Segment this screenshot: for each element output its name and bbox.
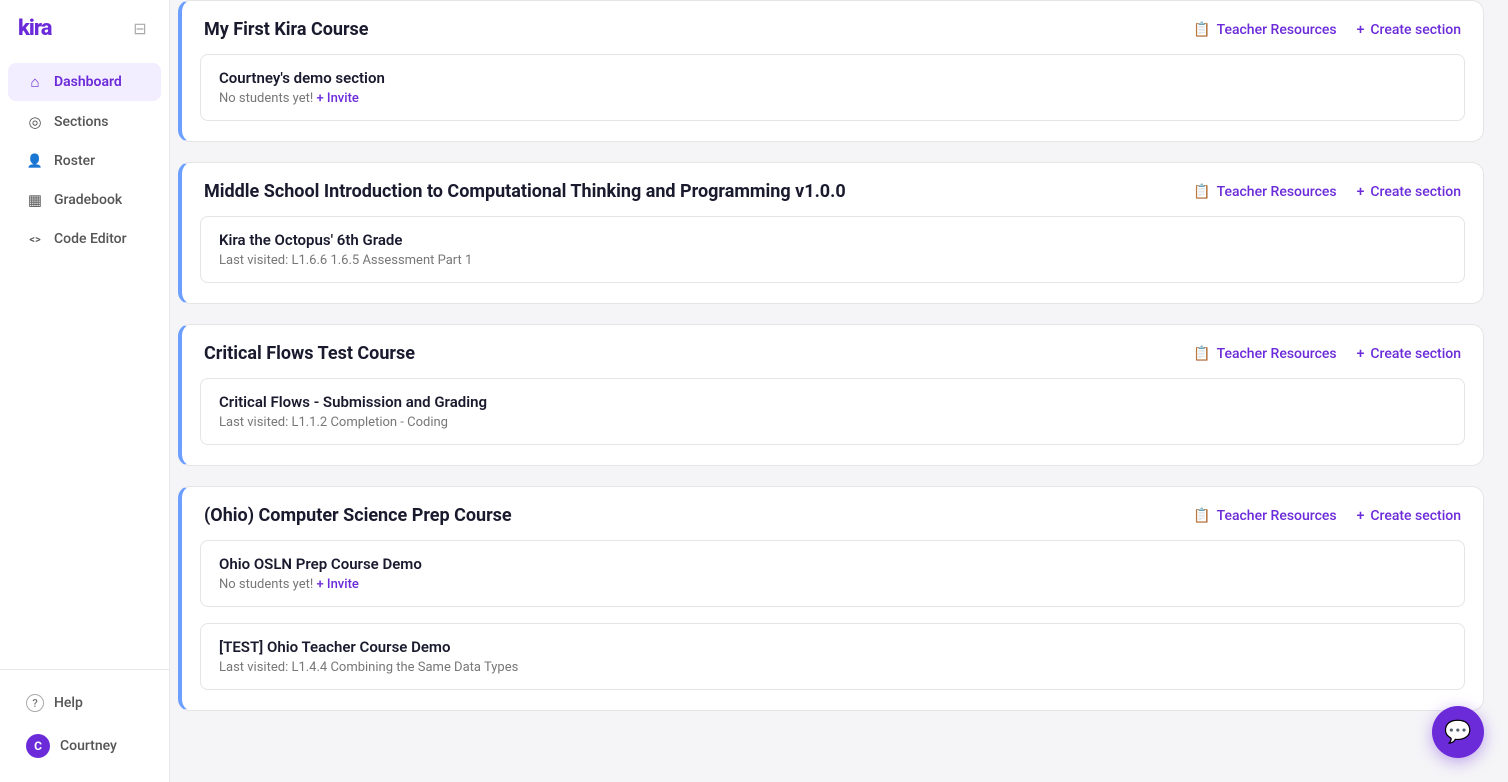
course-title-1: My First Kira Course xyxy=(204,19,1177,40)
course-title-2: Middle School Introduction to Computatio… xyxy=(204,181,1177,202)
section-meta-2-1: Last visited: L1.6.6 1.6.5 Assessment Pa… xyxy=(219,253,1446,268)
section-meta-1-1: No students yet! + Invite xyxy=(219,91,1446,106)
course-header-3: Critical Flows Test Course 📋 Teacher Res… xyxy=(182,325,1483,378)
chat-fab-button[interactable]: 💬 xyxy=(1432,706,1484,758)
dashboard-icon: ⌂ xyxy=(26,73,44,91)
book-icon-1: 📋 xyxy=(1193,22,1210,38)
main-content: My First Kira Course 📋 Teacher Resources… xyxy=(170,0,1508,782)
section-card-4-2[interactable]: [TEST] Ohio Teacher Course Demo Last vis… xyxy=(200,623,1465,690)
course-block-1: My First Kira Course 📋 Teacher Resources… xyxy=(178,0,1484,142)
sidebar-logo-area: kira ⊟ xyxy=(0,0,169,53)
create-section-link-1[interactable]: + Create section xyxy=(1357,22,1461,38)
gradebook-icon: ▦ xyxy=(26,191,44,209)
chat-icon: 💬 xyxy=(1444,720,1471,745)
invite-link-4-1[interactable]: + Invite xyxy=(316,577,358,592)
section-name-2-1: Kira the Octopus' 6th Grade xyxy=(219,231,1446,249)
section-meta-4-1: No students yet! + Invite xyxy=(219,577,1446,592)
course-sections-1: Courtney's demo section No students yet!… xyxy=(182,54,1483,141)
course-actions-3: 📋 Teacher Resources + Create section xyxy=(1193,346,1461,362)
course-block-2: Middle School Introduction to Computatio… xyxy=(178,162,1484,304)
sidebar-item-code-editor-label: Code Editor xyxy=(54,231,127,247)
sidebar-user-label: Courtney xyxy=(60,738,117,754)
sidebar-item-sections[interactable]: ◎ Sections xyxy=(8,103,161,141)
teacher-resources-link-3[interactable]: 📋 Teacher Resources xyxy=(1193,346,1336,362)
course-sections-3: Critical Flows - Submission and Grading … xyxy=(182,378,1483,465)
sidebar-item-roster[interactable]: 👤 Roster xyxy=(8,143,161,179)
course-header-1: My First Kira Course 📋 Teacher Resources… xyxy=(182,1,1483,54)
section-meta-3-1: Last visited: L1.1.2 Completion - Coding xyxy=(219,415,1446,430)
create-section-link-2[interactable]: + Create section xyxy=(1357,184,1461,200)
section-name-4-1: Ohio OSLN Prep Course Demo xyxy=(219,555,1446,573)
section-name-4-2: [TEST] Ohio Teacher Course Demo xyxy=(219,638,1446,656)
course-title-4: (Ohio) Computer Science Prep Course xyxy=(204,505,1177,526)
invite-link-1-1[interactable]: + Invite xyxy=(316,91,358,106)
create-section-link-3[interactable]: + Create section xyxy=(1357,346,1461,362)
section-card-2-1[interactable]: Kira the Octopus' 6th Grade Last visited… xyxy=(200,216,1465,283)
plus-icon-3: + xyxy=(1357,346,1365,362)
section-card-4-1[interactable]: Ohio OSLN Prep Course Demo No students y… xyxy=(200,540,1465,607)
sidebar-item-dashboard-label: Dashboard xyxy=(54,74,122,90)
roster-icon: 👤 xyxy=(26,154,44,169)
sidebar-item-roster-label: Roster xyxy=(54,153,95,169)
sidebar-item-sections-label: Sections xyxy=(54,114,108,130)
section-meta-4-2: Last visited: L1.4.4 Combining the Same … xyxy=(219,660,1446,675)
sidebar-item-help-label: Help xyxy=(54,695,83,711)
teacher-resources-link-1[interactable]: 📋 Teacher Resources xyxy=(1193,22,1336,38)
help-icon: ? xyxy=(26,694,44,712)
teacher-resources-link-2[interactable]: 📋 Teacher Resources xyxy=(1193,184,1336,200)
course-actions-2: 📋 Teacher Resources + Create section xyxy=(1193,184,1461,200)
course-title-3: Critical Flows Test Course xyxy=(204,343,1177,364)
course-sections-4: Ohio OSLN Prep Course Demo No students y… xyxy=(182,540,1483,710)
section-name-3-1: Critical Flows - Submission and Grading xyxy=(219,393,1446,411)
book-icon-3: 📋 xyxy=(1193,346,1210,362)
section-card-3-1[interactable]: Critical Flows - Submission and Grading … xyxy=(200,378,1465,445)
course-sections-2: Kira the Octopus' 6th Grade Last visited… xyxy=(182,216,1483,303)
course-header-4: (Ohio) Computer Science Prep Course 📋 Te… xyxy=(182,487,1483,540)
course-header-2: Middle School Introduction to Computatio… xyxy=(182,163,1483,216)
sections-icon: ◎ xyxy=(26,113,44,131)
book-icon-4: 📋 xyxy=(1193,508,1210,524)
course-block-3: Critical Flows Test Course 📋 Teacher Res… xyxy=(178,324,1484,466)
sidebar-item-gradebook-label: Gradebook xyxy=(54,192,122,208)
sidebar-item-code-editor[interactable]: <> Code Editor xyxy=(8,221,161,257)
sidebar-item-user[interactable]: C Courtney xyxy=(8,724,161,768)
sidebar-bottom: ? Help C Courtney xyxy=(0,669,169,782)
kira-logo: kira xyxy=(18,16,51,41)
sidebar-item-gradebook[interactable]: ▦ Gradebook xyxy=(8,181,161,219)
section-name-1-1: Courtney's demo section xyxy=(219,69,1446,87)
section-card-1-1[interactable]: Courtney's demo section No students yet!… xyxy=(200,54,1465,121)
course-actions-4: 📋 Teacher Resources + Create section xyxy=(1193,508,1461,524)
sidebar-nav: ⌂ Dashboard ◎ Sections 👤 Roster ▦ Gradeb… xyxy=(0,53,169,669)
teacher-resources-link-4[interactable]: 📋 Teacher Resources xyxy=(1193,508,1336,524)
sidebar: kira ⊟ ⌂ Dashboard ◎ Sections 👤 Roster ▦… xyxy=(0,0,170,782)
sidebar-toggle-icon[interactable]: ⊟ xyxy=(129,18,151,40)
course-actions-1: 📋 Teacher Resources + Create section xyxy=(1193,22,1461,38)
sidebar-item-help[interactable]: ? Help xyxy=(8,684,161,722)
plus-icon-2: + xyxy=(1357,184,1365,200)
user-avatar: C xyxy=(26,734,50,758)
plus-icon-4: + xyxy=(1357,508,1365,524)
sidebar-item-dashboard[interactable]: ⌂ Dashboard xyxy=(8,63,161,101)
plus-icon-1: + xyxy=(1357,22,1365,38)
course-block-4: (Ohio) Computer Science Prep Course 📋 Te… xyxy=(178,486,1484,711)
book-icon-2: 📋 xyxy=(1193,184,1210,200)
code-editor-icon: <> xyxy=(26,233,44,246)
create-section-link-4[interactable]: + Create section xyxy=(1357,508,1461,524)
